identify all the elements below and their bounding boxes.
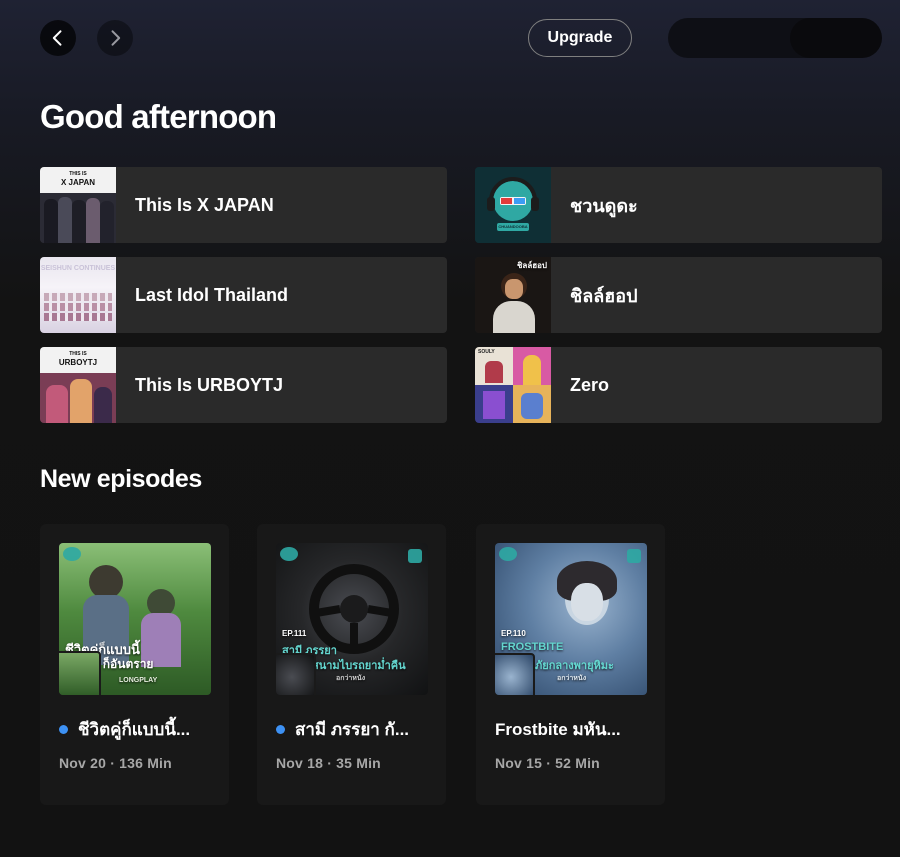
shortcut-label: This Is X JAPAN [135,194,274,215]
episode-mini-thumb [59,651,101,695]
episode-card[interactable]: ชีวิตคู่ก็แบบนี้ ๆ ก็อันตราย LONGPLAY ชี… [40,524,229,805]
episode-title[interactable]: Frostbite มหัน... [495,716,621,743]
episode-meta: Nov 15 · 52 Min [495,755,600,771]
headphones-mascot-icon [475,167,551,243]
podcast-cover: CHUANDOOBA [475,167,551,243]
cover-line: FROSTBITE [501,641,564,653]
cover-caption: SEISHUN CONTINUES [40,265,116,272]
cover-caption: URBOYTJ [58,358,98,367]
episode-title[interactable]: สามี ภรรยา กั... [295,716,409,743]
playlist-cover: THIS IS X JAPAN [40,167,116,243]
page-title: Good afternoon [40,98,277,135]
playlist-cover: THIS IS URBOYTJ [40,347,116,423]
episode-title[interactable]: ชีวิตคู่ก็แบบนี้... [78,716,190,743]
shortcut-card[interactable]: SEISHUN CONTINUES Last Idol Thailand [40,257,447,333]
chevron-left-icon [52,30,62,46]
upgrade-button[interactable]: Upgrade [528,19,632,57]
episode-title-row[interactable]: สามี ภรรยา กั... [276,718,436,740]
shortcut-label: Last Idol Thailand [135,284,289,305]
cover-line: สนามไบรถยาม่ำคืน [312,660,406,672]
episode-cover: EP.110 FROSTBITE ภัยกลางพายุหิมะ อกว่าหน… [495,543,647,695]
cover-caption: SOULY [478,349,495,355]
unplayed-dot [276,724,285,734]
cover-caption: ชิลล์ฮอป [517,261,547,270]
shortcut-card[interactable]: SOULY Zero [475,347,882,423]
cover-line: EP.110 [501,629,526,638]
episode-mini-thumb [495,653,535,695]
back-button[interactable] [40,20,76,56]
playlist-cover: SOULY [475,347,551,423]
cover-tag: อกว่าหนัง [336,675,366,682]
cover-caption: CHUANDOOBA [498,224,528,229]
episode-mini-thumb [276,653,316,695]
shortcut-card[interactable]: THIS IS URBOYTJ This Is URBOYTJ [40,347,447,423]
cover-line: EP.111 [282,629,307,638]
episode-cover: EP.111 สามี ภรรยา สนามไบรถยาม่ำคืน อกว่า… [276,543,428,695]
cover-tag: LONGPLAY [119,677,158,684]
episode-cover: ชีวิตคู่ก็แบบนี้ ๆ ก็อันตราย LONGPLAY [59,543,211,695]
chevron-right-icon [111,30,121,46]
shortcut-label: This Is URBOYTJ [135,374,284,395]
profile-menu[interactable] [668,18,882,58]
mic-icon [627,549,641,563]
unplayed-dot [59,724,68,734]
shortcut-card[interactable]: CHUANDOOBA ชวนดูดะ [475,167,882,243]
shortcut-label: ชวนดูดะ [570,195,638,216]
episode-card[interactable]: EP.111 สามี ภรรยา สนามไบรถยาม่ำคืน อกว่า… [257,524,446,805]
episode-card[interactable]: EP.110 FROSTBITE ภัยกลางพายุหิมะ อกว่าหน… [476,524,665,805]
cover-tag: THIS IS [69,171,87,177]
cover-tag: THIS IS [69,351,87,357]
playlist-cover: SEISHUN CONTINUES [40,257,116,333]
forward-button[interactable] [97,20,133,56]
episode-meta: Nov 18 · 35 Min [276,755,381,771]
shortcut-card[interactable]: ชิลล์ฮอป ชิลล์ฮอป [475,257,882,333]
top-bar: Upgrade [0,0,900,76]
cover-tag: อกว่าหนัง [557,675,587,682]
playlist-cover: ชิลล์ฮอป [475,257,551,333]
podcast-logo-icon [499,547,517,561]
episode-title-row[interactable]: Frostbite มหัน... [495,718,655,740]
section-title: New episodes [40,465,202,493]
podcast-logo-icon [63,547,81,561]
cover-line: ภัยกลางพายุหิมะ [535,660,614,672]
cover-caption: X JAPAN [60,178,96,187]
cover-line: ๆ ก็อันตราย [93,657,154,671]
profile-avatar[interactable] [790,18,882,58]
episode-meta: Nov 20 · 136 Min [59,755,172,771]
episode-title-row[interactable]: ชีวิตคู่ก็แบบนี้... [59,718,219,740]
shortcut-card[interactable]: THIS IS X JAPAN This Is X JAPAN [40,167,447,243]
shortcut-label: Zero [570,374,610,395]
shortcut-label: ชิลล์ฮอป [570,285,638,306]
